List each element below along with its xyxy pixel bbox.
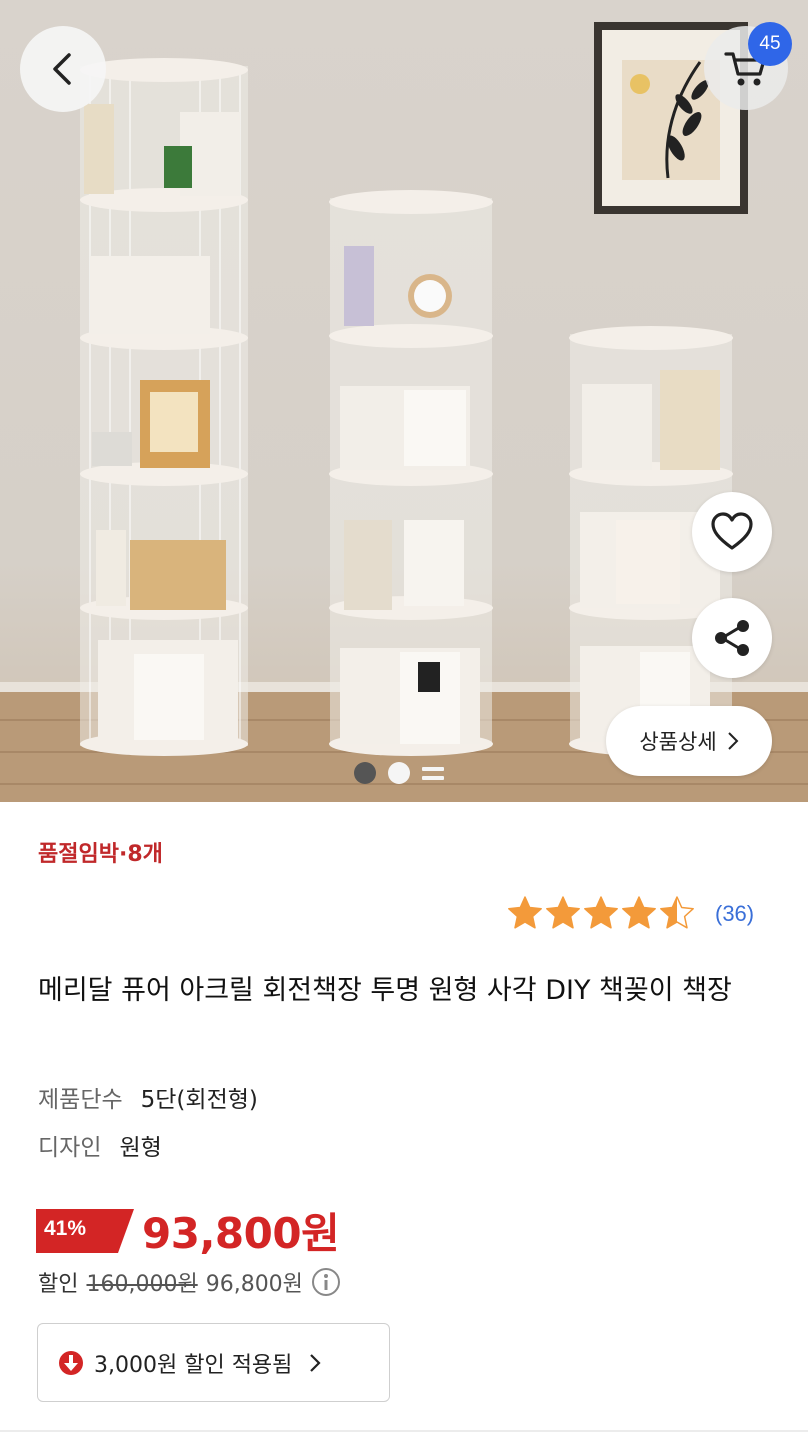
- heart-icon: [711, 512, 753, 550]
- discount-badge: 41%: [36, 1208, 134, 1253]
- coupon-down-icon: [59, 1350, 83, 1375]
- pagination-dot[interactable]: [388, 762, 410, 784]
- gallery-pagination[interactable]: [354, 762, 444, 784]
- product-photo: [0, 22, 808, 802]
- original-price-row: 할인 160,000원 96,800원: [38, 1266, 341, 1298]
- product-detail-label: 상품상세: [639, 730, 717, 754]
- rating-star: [508, 896, 542, 929]
- option-row-design: 디자인 원형: [38, 1128, 162, 1162]
- info-icon[interactable]: [311, 1267, 341, 1297]
- rating-star: [584, 896, 618, 929]
- sale-price: 93,800원: [142, 1209, 340, 1258]
- like-button[interactable]: [692, 492, 772, 572]
- divider: [0, 1430, 808, 1432]
- product-image-gallery[interactable]: 45 상품상세: [0, 0, 808, 802]
- option-value: 5단(회전형): [140, 1087, 258, 1113]
- rating-count[interactable]: (36): [715, 901, 754, 927]
- discount-label: 할인: [38, 1272, 79, 1297]
- rating-star: [660, 896, 694, 929]
- chevron-right-icon: [727, 732, 739, 750]
- coupon-applied-button[interactable]: 3,000원 할인 적용됨: [37, 1323, 390, 1402]
- rating-stars: [508, 896, 694, 929]
- rating-star: [546, 896, 580, 929]
- rating-star: [622, 896, 656, 929]
- discount-rate: 41%: [44, 1216, 87, 1240]
- pagination-dot-active[interactable]: [354, 762, 376, 784]
- stock-notice: 품절임박·8개: [38, 842, 163, 867]
- product-detail-button[interactable]: 상품상세: [606, 706, 772, 776]
- back-arrow-icon: [53, 53, 71, 85]
- cart-count-badge: 45: [748, 22, 792, 66]
- share-icon: [715, 620, 749, 656]
- option-key: 제품단수: [38, 1087, 123, 1113]
- coupon-text: 3,000원 할인 적용됨: [94, 1352, 293, 1378]
- product-title: 메리달 퓨어 아크릴 회전책장 투명 원형 사각 DIY 책꽂이 책장: [38, 975, 732, 1006]
- option-value: 원형: [119, 1135, 162, 1161]
- option-key: 디자인: [38, 1135, 102, 1161]
- pagination-more-icon[interactable]: [422, 762, 444, 784]
- other-price: 96,800원: [205, 1272, 303, 1297]
- chevron-right-icon: [310, 1353, 321, 1372]
- back-button[interactable]: [20, 26, 106, 112]
- original-price: 160,000원: [86, 1272, 198, 1297]
- option-row-tiers: 제품단수 5단(회전형): [38, 1080, 258, 1114]
- rating-summary[interactable]: (36): [506, 895, 754, 933]
- price-row: 41% 93,800원: [36, 1200, 340, 1261]
- share-button[interactable]: [692, 598, 772, 678]
